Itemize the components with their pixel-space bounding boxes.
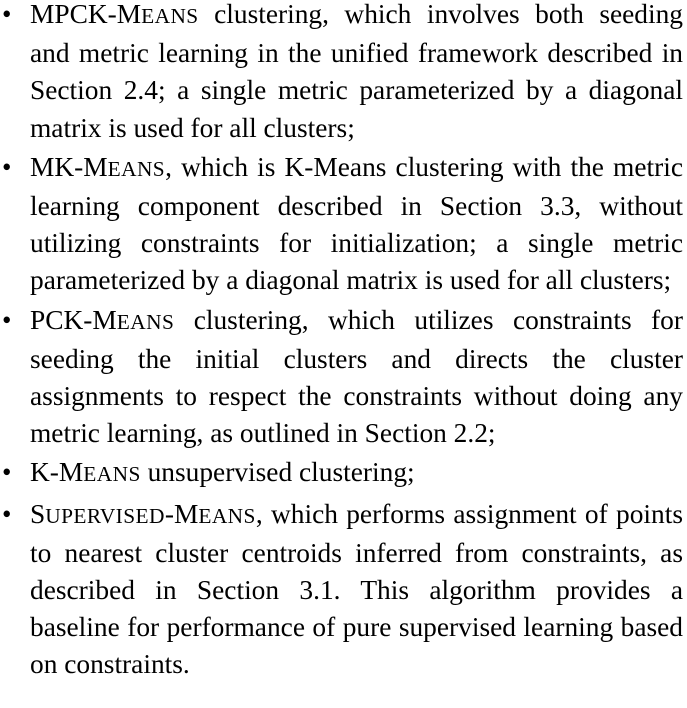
algorithm-list: • MPCK-MEANS clustering, which involves … — [0, 0, 687, 684]
algorithm-name: MK-MEANS — [30, 151, 166, 182]
list-item-supervised-means: • SUPERVISED-MEANS, which performs assig… — [0, 496, 687, 684]
bullet-icon: • — [2, 151, 12, 182]
bullet-icon: • — [2, 304, 12, 335]
paper-page: • MPCK-MEANS clustering, which involves … — [0, 0, 687, 704]
list-item-mk-means: • MK-MEANS, which is K-Means clustering … — [0, 149, 687, 300]
algorithm-name: PCK-MEANS — [30, 304, 175, 335]
algorithm-name: SUPERVISED-MEANS — [30, 498, 256, 529]
algorithm-name: K-MEANS — [30, 457, 141, 488]
algorithm-name: MPCK-MEANS — [30, 0, 199, 29]
bullet-icon: • — [2, 457, 12, 488]
list-item-k-means: • K-MEANS unsupervised clustering; — [0, 454, 687, 493]
list-item-mpck-means: • MPCK-MEANS clustering, which involves … — [0, 0, 687, 147]
item-text: unsupervised clustering; — [140, 457, 415, 488]
bullet-icon: • — [2, 498, 12, 529]
list-item-pck-means: • PCK-MEANS clustering, which utilizes c… — [0, 302, 687, 453]
bullet-icon: • — [2, 0, 12, 29]
